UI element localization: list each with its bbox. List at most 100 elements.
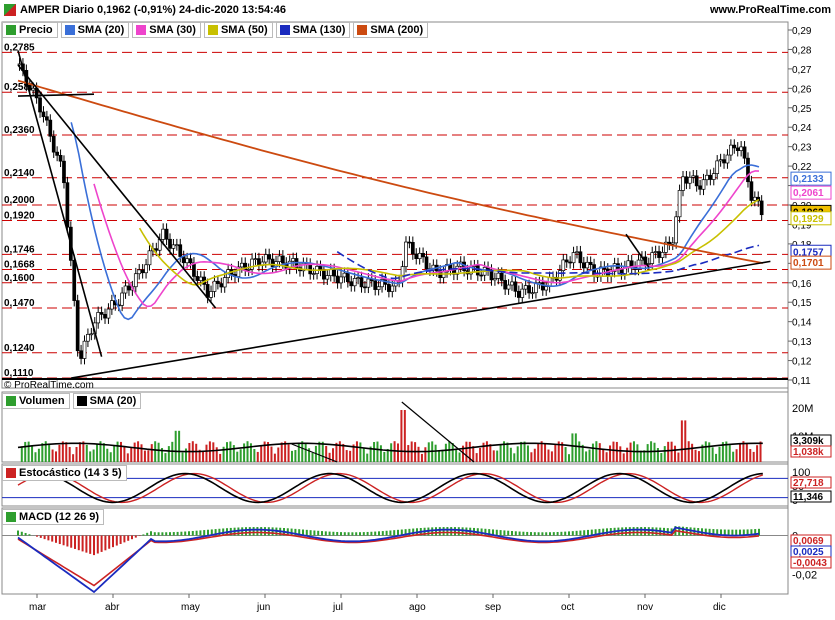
- candle: [732, 144, 737, 149]
- volume-bar: [31, 445, 34, 462]
- macd-histogram-bar: [370, 531, 373, 536]
- volume-bar: [564, 447, 567, 462]
- candle: [349, 281, 354, 287]
- volume-bar: [229, 441, 232, 462]
- macd-histogram-bar: [199, 530, 202, 536]
- x-tick-label: mar: [29, 602, 47, 613]
- legend-stochastic[interactable]: Estocástico (14 3 5): [2, 465, 127, 481]
- volume-bar: [154, 441, 157, 462]
- macd-histogram-bar: [461, 527, 464, 536]
- macd-histogram-bar: [583, 530, 586, 536]
- volume-bar: [82, 441, 85, 462]
- y-tick-label: 0,26: [792, 84, 812, 95]
- macd-histogram-bar: [85, 535, 88, 553]
- candle: [749, 181, 754, 201]
- candle: [530, 292, 535, 295]
- volume-bar: [526, 445, 529, 462]
- volume-bar: [397, 443, 399, 462]
- y-tick-label: 0,14: [792, 318, 812, 329]
- y-tick-label: 0,11: [792, 376, 811, 387]
- candle: [506, 284, 511, 290]
- candle: [735, 147, 740, 151]
- candle: [376, 286, 381, 290]
- candle: [715, 160, 720, 174]
- macd-histogram-bar: [104, 535, 107, 551]
- candle: [417, 252, 422, 260]
- candle: [281, 255, 285, 264]
- volume-bar: [109, 452, 112, 462]
- volume-bar: [24, 441, 27, 462]
- legend-sma20[interactable]: SMA (20): [60, 22, 130, 38]
- candle: [725, 154, 730, 164]
- candle: [86, 333, 90, 342]
- legend-price[interactable]: Precio: [2, 22, 58, 38]
- candle: [516, 290, 521, 298]
- candle: [328, 269, 333, 276]
- volume-bar: [739, 443, 741, 462]
- candle: [106, 308, 111, 319]
- candle: [400, 266, 405, 282]
- candle: [718, 159, 723, 162]
- volume-bar: [540, 441, 543, 462]
- legend-sma200[interactable]: SMA (200): [353, 22, 429, 38]
- macd-histogram-bar: [389, 530, 392, 536]
- volume-bar: [390, 443, 393, 462]
- volume-bar: [85, 444, 88, 462]
- volume-bar: [602, 448, 605, 462]
- volume-bar: [407, 445, 410, 462]
- candle: [366, 278, 371, 288]
- legend-volume[interactable]: Volumen: [2, 393, 70, 409]
- volume-bar: [75, 447, 78, 462]
- macd-histogram-bar: [252, 527, 255, 536]
- candle: [585, 261, 590, 269]
- macd-histogram-bar: [81, 535, 84, 552]
- volume-bar: [150, 444, 153, 462]
- candle: [123, 285, 128, 294]
- legend-sma30[interactable]: SMA (30): [132, 22, 201, 38]
- candle: [277, 255, 282, 262]
- candle: [168, 238, 172, 249]
- volume-bar: [68, 447, 71, 462]
- volume-bar: [355, 441, 358, 462]
- site-link[interactable]: www.ProRealTime.com: [710, 4, 831, 16]
- volume-bar: [472, 446, 475, 462]
- candle: [322, 269, 326, 280]
- candle: [578, 251, 583, 264]
- candle: [212, 280, 217, 292]
- volume-bar: [277, 447, 280, 462]
- candle: [82, 340, 87, 359]
- volume-bar: [137, 441, 140, 462]
- volume-bar: [694, 449, 697, 462]
- macd-histogram-bar: [552, 532, 555, 536]
- volume-bar: [184, 448, 187, 462]
- volume-bar: [677, 452, 680, 462]
- volume-bar: [687, 441, 690, 462]
- volume-bar: [509, 447, 512, 462]
- volume-bar: [735, 449, 738, 462]
- macd-histogram-bar: [511, 531, 513, 536]
- candle: [410, 242, 415, 255]
- macd-histogram-bar: [545, 532, 548, 536]
- last-value-label: 0,2133: [793, 174, 824, 185]
- volume-bar: [338, 441, 341, 462]
- candle: [31, 87, 36, 91]
- legend-macd[interactable]: MACD (12 26 9): [2, 509, 105, 525]
- macd-histogram-bar: [115, 535, 118, 546]
- legend-sma130[interactable]: SMA (130): [275, 22, 351, 38]
- candle: [178, 244, 183, 257]
- chart-title: AMPER Diario 0,1962 (-0,91%) 24-dic-2020…: [20, 4, 286, 16]
- macd-histogram-bar: [184, 531, 187, 536]
- last-value-label: 0,1929: [793, 214, 824, 225]
- volume-bar: [301, 441, 304, 462]
- candle: [708, 174, 713, 180]
- volume-bar: [143, 450, 146, 462]
- candle: [479, 274, 484, 277]
- volume-bar: [670, 441, 673, 462]
- legend-volume-sma[interactable]: SMA (20): [72, 393, 142, 409]
- legend-sma50[interactable]: SMA (50): [203, 22, 273, 38]
- volume-bar: [130, 447, 133, 462]
- candle: [192, 262, 196, 277]
- macd-histogram-bar: [96, 535, 99, 554]
- candle: [684, 176, 689, 184]
- level-label: 0,1600: [4, 273, 35, 284]
